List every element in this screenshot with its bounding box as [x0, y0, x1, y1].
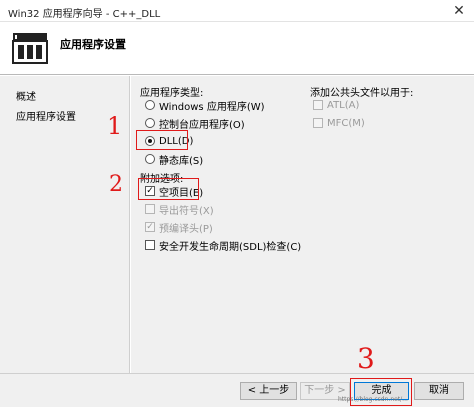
checkbox-indicator[interactable]: [313, 118, 323, 128]
checkbox-sdl-checks[interactable]: 安全开发生命周期(SDL)检查(C): [145, 238, 302, 253]
radio-label: Windows 应用程序(W): [159, 101, 265, 113]
checkbox-indicator[interactable]: [145, 240, 155, 250]
window-title: Win32 应用程序向导 - C++_DLL: [8, 9, 161, 20]
checkbox-indicator[interactable]: [313, 100, 323, 110]
annotation-number-1: 1: [107, 112, 123, 140]
checkbox-indicator[interactable]: [145, 204, 155, 214]
radio-label: 静态库(S): [159, 155, 204, 167]
cancel-button[interactable]: 取消: [414, 382, 464, 400]
sidebar-item-app-settings[interactable]: 应用程序设置: [16, 108, 76, 123]
sidebar-item-overview[interactable]: 概述: [16, 88, 36, 103]
radio-indicator[interactable]: [145, 100, 155, 110]
radio-windows-app[interactable]: Windows 应用程序(W): [145, 98, 265, 113]
checkbox-precompiled-header[interactable]: ✓ 预编译头(P): [145, 220, 213, 235]
checkbox-label: ATL(A): [327, 99, 360, 111]
close-icon[interactable]: ✕: [450, 2, 468, 20]
title-bar: Win32 应用程序向导 - C++_DLL ✕: [0, 0, 474, 22]
annotation-number-2: 2: [109, 172, 123, 197]
annotation-box-empty-project: [138, 178, 199, 200]
watermark: https://blog.csdn.net/...: [338, 396, 408, 403]
annotation-box-dll: [136, 130, 188, 150]
checkbox-mfc[interactable]: MFC(M): [313, 116, 365, 130]
common-headers-label: 添加公共头文件以用于:: [310, 88, 414, 99]
radio-indicator[interactable]: [145, 118, 155, 128]
checkbox-label: 安全开发生命周期(SDL)检查(C): [159, 241, 302, 253]
radio-static-lib[interactable]: 静态库(S): [145, 152, 204, 167]
page-title: 应用程序设置: [60, 38, 126, 51]
checkbox-export-symbols[interactable]: 导出符号(X): [145, 202, 214, 217]
main-panel: 应用程序类型: Windows 应用程序(W) 控制台应用程序(O) DLL(D…: [107, 76, 474, 375]
radio-console-app[interactable]: 控制台应用程序(O): [145, 116, 245, 131]
radio-indicator[interactable]: [145, 154, 155, 164]
checkbox-label: MFC(M): [327, 117, 365, 129]
checkbox-atl[interactable]: ATL(A): [313, 98, 359, 112]
annotation-number-3: 3: [357, 342, 375, 375]
wizard-header: 应用程序设置: [0, 22, 474, 75]
radio-label: 控制台应用程序(O): [159, 119, 245, 131]
prev-button[interactable]: < 上一步: [240, 382, 297, 400]
wizard-windows-icon: [12, 33, 48, 64]
checkbox-label: 预编译头(P): [159, 223, 213, 235]
checkbox-indicator[interactable]: ✓: [145, 222, 155, 232]
checkbox-label: 导出符号(X): [159, 205, 214, 217]
